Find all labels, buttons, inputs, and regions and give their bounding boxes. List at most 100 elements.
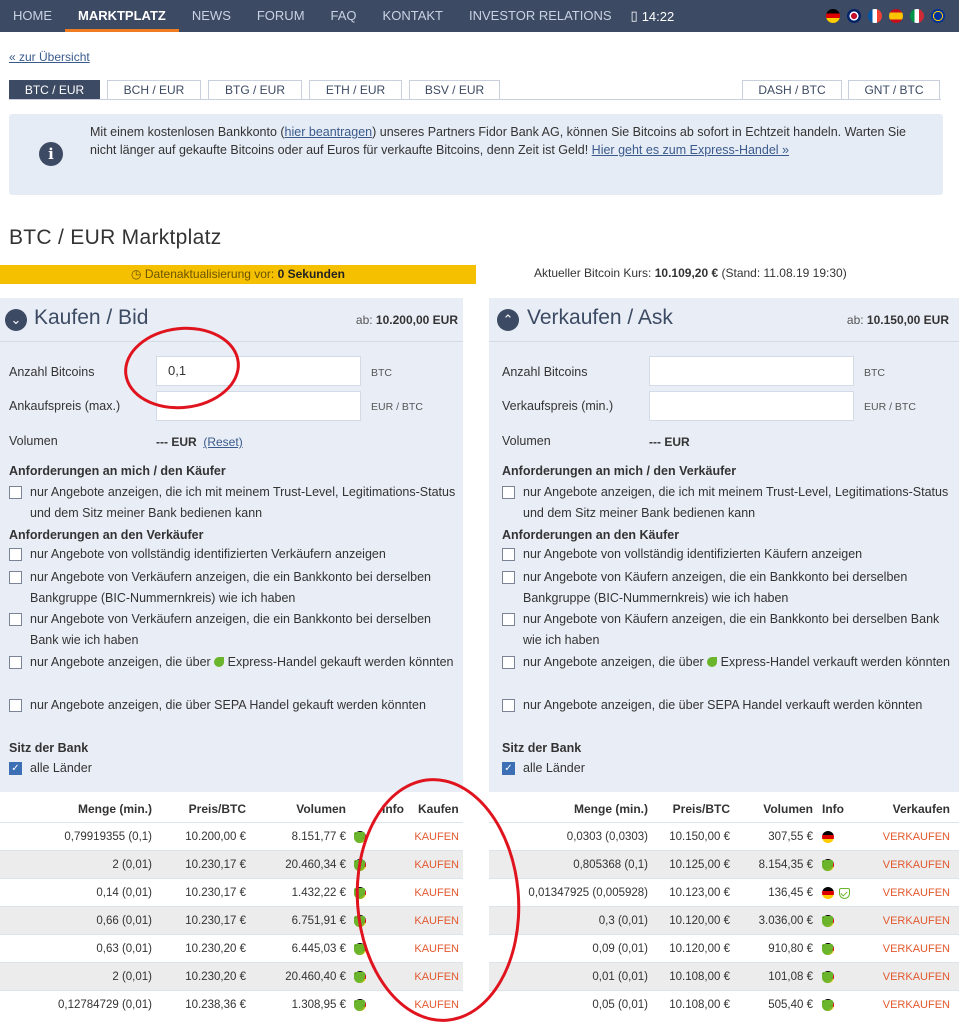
flag-uk-icon[interactable] [847,9,861,23]
checkbox[interactable] [9,548,22,561]
table-row[interactable]: 0,14 (0,01) 10.230,17 € 1.432,22 € KAUFEN [0,878,463,906]
tab-eth-eur[interactable]: ETH / EUR [309,80,402,100]
checkbox-checked[interactable]: ✓ [502,762,515,775]
col-price[interactable]: Preis/BTC [189,802,246,816]
nav-home[interactable]: HOME [0,0,65,32]
sell-button[interactable]: VERKAUFEN [883,823,950,851]
sell-button[interactable]: VERKAUFEN [883,963,950,991]
flag-fr-icon[interactable] [868,9,882,23]
checkbox[interactable] [502,656,515,669]
tab-bsv-eur[interactable]: BSV / EUR [409,80,500,100]
sell-button[interactable]: VERKAUFEN [883,907,950,935]
sell-button[interactable]: VERKAUFEN [883,879,950,907]
table-row[interactable]: 2 (0,01) 10.230,20 € 20.460,40 € KAUFEN [0,962,463,990]
sell-cb-express-row[interactable]: nur Angebote anzeigen, die über Express-… [502,652,952,673]
col-volume[interactable]: Volumen [763,802,813,816]
nav-news[interactable]: NEWS [179,0,244,32]
nav-forum[interactable]: FORUM [244,0,318,32]
table-row[interactable]: 0,01 (0,01) 10.108,00 € 101,08 € VERKAUFEN [489,962,959,990]
buy-req-me-checkbox-row[interactable]: nur Angebote anzeigen, die ich mit meine… [9,482,459,524]
checkbox[interactable] [9,699,22,712]
checkbox[interactable] [9,486,22,499]
nav-faq[interactable]: FAQ [318,0,370,32]
col-amount[interactable]: Menge (min.) [574,802,648,816]
buy-button[interactable]: KAUFEN [414,963,459,991]
table-row[interactable]: 0,805368 (0,1) 10.125,00 € 8.154,35 € VERKA… [489,850,959,878]
sell-cb-samebank-row[interactable]: nur Angebote von Käufern anzeigen, die e… [502,609,952,651]
col-price[interactable]: Preis/BTC [673,802,730,816]
update-label: Datenaktualisierung vor: [144,267,275,281]
col-amount[interactable]: Menge (min.) [78,802,152,816]
nav-kontakt[interactable]: KONTAKT [370,0,456,32]
nav-marktplatz[interactable]: MARKTPLATZ [65,0,179,32]
sell-cb-identified-row[interactable]: nur Angebote von vollständig identifizie… [502,544,952,565]
table-row[interactable]: 0,63 (0,01) 10.230,20 € 6.445,03 € KAUFEN [0,934,463,962]
flag-de-icon[interactable] [826,9,840,23]
flag-es-icon[interactable] [889,9,903,23]
table-row[interactable]: 0,79919355 (0,1) 10.200,00 € 8.151,77 € KAU… [0,822,463,850]
sell-button[interactable]: VERKAUFEN [883,935,950,963]
sell-req-me-checkbox-row[interactable]: nur Angebote anzeigen, die ich mit meine… [502,482,952,524]
table-row[interactable]: 0,12784729 (0,01) 10.238,36 € 1.308,95 € KA… [0,990,463,1018]
buy-button[interactable]: KAUFEN [414,823,459,851]
table-row[interactable]: 0,09 (0,01) 10.120,00 € 910,80 € VERKAUFEN [489,934,959,962]
tab-bch-eur[interactable]: BCH / EUR [107,80,201,100]
checkbox-checked[interactable]: ✓ [9,762,22,775]
reset-link[interactable]: (Reset) [203,435,242,449]
buy-cb-identified-row[interactable]: nur Angebote von vollständig identifizie… [9,544,459,565]
checkbox[interactable] [502,699,515,712]
chevron-down-icon[interactable]: ⌄ [5,309,27,331]
tab-gnt-btc[interactable]: GNT / BTC [848,80,940,100]
table-row[interactable]: 0,05 (0,01) 10.108,00 € 505,40 € VERKAUFEN [489,990,959,1018]
checkbox[interactable] [502,548,515,561]
checkbox[interactable] [9,656,22,669]
buy-all-countries-row[interactable]: ✓ alle Länder [9,758,459,779]
sell-cb-bankgroup-row[interactable]: nur Angebote von Käufern anzeigen, die e… [502,567,952,609]
tab-btc-eur[interactable]: BTC / EUR [9,80,100,100]
buy-price-input[interactable] [156,391,361,421]
table-row[interactable]: 0,01347925 (0,005928) 10.123,00 € 136,45 €… [489,878,959,906]
buy-button[interactable]: KAUFEN [414,851,459,879]
sell-panel-header[interactable]: ⌃ Verkaufen / Ask ab: 10.150,00 EUR [489,298,959,342]
clock-time: 14:22 [641,8,675,24]
table-row[interactable]: 0,66 (0,01) 10.230,17 € 6.751,91 € KAUFEN [0,906,463,934]
table-row[interactable]: 0,3 (0,01) 10.120,00 € 3.036,00 € VERKAUFEN [489,906,959,934]
buy-button[interactable]: KAUFEN [414,879,459,907]
checkbox[interactable] [9,613,22,626]
sell-amount-input[interactable] [649,356,854,386]
col-volume[interactable]: Volumen [296,802,346,816]
buy-cb-bankgroup-row[interactable]: nur Angebote von Verkäufern anzeigen, di… [9,567,459,609]
buy-cb-samebank-row[interactable]: nur Angebote von Verkäufern anzeigen, di… [9,609,459,651]
sell-button[interactable]: VERKAUFEN [883,851,950,879]
tab-btg-eur[interactable]: BTG / EUR [208,80,302,100]
checkbox[interactable] [502,571,515,584]
shield-check-icon [839,887,850,899]
sell-cb-sepa-row[interactable]: nur Angebote anzeigen, die über SEPA Han… [502,695,952,716]
sell-price-input[interactable] [649,391,854,421]
price-cell: 10.230,20 € [185,943,246,955]
table-row[interactable]: 0,0303 (0,0303) 10.150,00 € 307,55 € VERKAU… [489,822,959,850]
nav-investor-relations[interactable]: INVESTOR RELATIONS [456,0,625,32]
buy-amount-input[interactable]: 0,1 [156,356,361,386]
buy-button[interactable]: KAUFEN [414,991,459,1019]
open-account-link[interactable]: hier beantragen [285,125,373,139]
buy-button[interactable]: KAUFEN [414,907,459,935]
flag-it-icon[interactable] [910,9,924,23]
buy-cb-express-row[interactable]: nur Angebote anzeigen, die über Express-… [9,652,459,673]
buy-button[interactable]: KAUFEN [414,935,459,963]
back-to-overview-link[interactable]: « zur Übersicht [9,50,90,64]
sell-button[interactable]: VERKAUFEN [883,991,950,1019]
checkbox[interactable] [502,613,515,626]
tab-dash-btc[interactable]: DASH / BTC [742,80,842,100]
checkbox[interactable] [9,571,22,584]
chevron-up-icon[interactable]: ⌃ [497,309,519,331]
buy-panel-header[interactable]: ⌄ Kaufen / Bid ab: 10.200,00 EUR [0,298,463,342]
flag-eu-icon[interactable] [931,9,945,23]
sell-all-countries-row[interactable]: ✓ alle Länder [502,758,952,779]
checkbox[interactable] [502,486,515,499]
table-row[interactable]: 2 (0,01) 10.230,17 € 20.460,34 € KAUFEN [0,850,463,878]
buy-cb-sepa-row[interactable]: nur Angebote anzeigen, die über SEPA Han… [9,695,459,716]
clock-icon: ▯ [630,8,638,23]
express-trading-link[interactable]: Hier geht es zum Express-Handel » [592,143,789,157]
volume-cell: 1.432,22 € [291,887,346,899]
